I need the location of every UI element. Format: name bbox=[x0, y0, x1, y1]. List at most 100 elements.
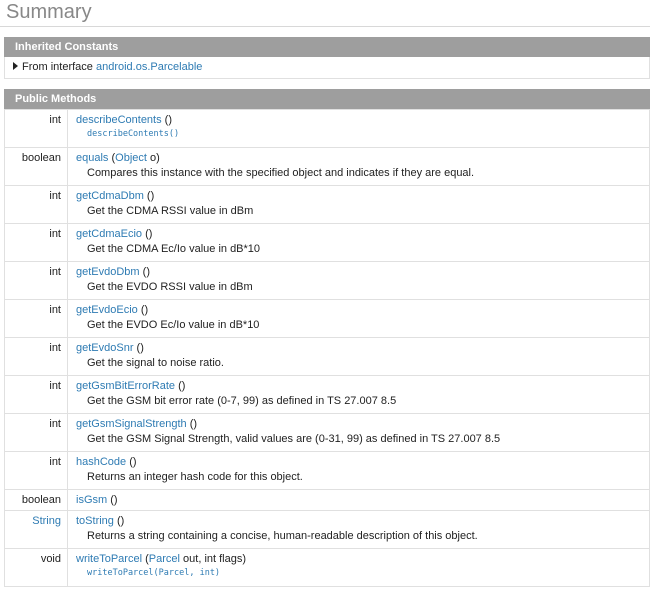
signature-line: getCdmaDbm () bbox=[76, 190, 649, 202]
paren-close: ) bbox=[132, 456, 137, 468]
return-type-label: int bbox=[49, 456, 61, 468]
paren-open: ( bbox=[113, 515, 121, 527]
page-title: Summary bbox=[0, 0, 650, 27]
return-type: int bbox=[4, 261, 68, 300]
public-methods-header: Public Methods bbox=[4, 89, 650, 109]
paren-close: ) bbox=[113, 494, 118, 506]
signature-line: equals (Object o) bbox=[76, 152, 649, 164]
method-row: int getGsmSignalStrength () Get the GSM Si… bbox=[4, 413, 650, 452]
method-description: Get the GSM Signal Strength, valid value… bbox=[87, 433, 501, 445]
param-type-link[interactable]: Parcel bbox=[149, 553, 180, 565]
method-row: boolean equals (Object o) Compares this in… bbox=[4, 147, 650, 186]
param-name: out bbox=[179, 553, 199, 565]
param-type: int bbox=[204, 553, 217, 565]
return-type: int bbox=[4, 299, 68, 338]
method-signature: getEvdoDbm () Get the EVDO RSSI value in … bbox=[67, 261, 650, 300]
method-description: Get the GSM bit error rate (0-7, 99) as … bbox=[87, 395, 397, 407]
inherited-row[interactable]: From interface android.os.Parcelable bbox=[4, 57, 650, 79]
param-name: o bbox=[146, 152, 157, 164]
return-type: void bbox=[4, 548, 68, 587]
paren-open: ( bbox=[126, 456, 133, 468]
method-name-link[interactable]: equals bbox=[76, 152, 108, 164]
paren-open: ( bbox=[137, 304, 145, 316]
paren-close: ) bbox=[140, 342, 144, 354]
return-type: boolean bbox=[4, 147, 68, 186]
return-type-label: int bbox=[49, 342, 61, 354]
method-name-link[interactable]: describeContents bbox=[76, 114, 162, 126]
return-type-label: int bbox=[49, 380, 61, 392]
paren-close: ) bbox=[242, 553, 247, 565]
return-type-label: int bbox=[49, 228, 61, 240]
method-signature: hashCode () Returns an integer hash code … bbox=[67, 451, 650, 490]
return-type-label: boolean bbox=[21, 494, 61, 506]
method-row: int getGsmBitErrorRate () Get the GSM bit … bbox=[4, 375, 650, 414]
return-type: int bbox=[4, 375, 68, 414]
method-signature: getCdmaDbm () Get the CDMA RSSI value in … bbox=[67, 185, 650, 224]
return-type: String bbox=[4, 510, 68, 549]
method-name-link[interactable]: getEvdoSnr bbox=[76, 342, 133, 354]
method-signature: getGsmSignalStrength () Get the GSM Signa… bbox=[67, 413, 650, 452]
paren-open: ( bbox=[142, 553, 149, 565]
return-type-label: void bbox=[40, 553, 61, 565]
method-name-link[interactable]: writeToParcel bbox=[76, 553, 142, 565]
paren-close: ) bbox=[120, 515, 125, 527]
method-description: Returns an integer hash code for this ob… bbox=[87, 471, 303, 483]
param-type-link[interactable]: Object bbox=[115, 152, 147, 164]
method-description: Get the EVDO Ec/Io value in dB*10 bbox=[87, 319, 260, 331]
signature-line: getEvdoDbm () bbox=[76, 266, 649, 278]
method-signature: equals (Object o) Compares this instance … bbox=[67, 147, 650, 186]
signature-line: getGsmBitErrorRate () bbox=[76, 380, 649, 392]
signature-line: getCdmaEcio () bbox=[76, 228, 649, 240]
method-row: int hashCode () Returns an integer hash co… bbox=[4, 451, 650, 490]
inherited-constants-header: Inherited Constants bbox=[4, 37, 650, 57]
method-signature: isGsm () bbox=[67, 489, 650, 511]
method-row: boolean isGsm () bbox=[4, 489, 650, 511]
method-description: Compares this instance with the specifie… bbox=[87, 167, 475, 179]
return-type: int bbox=[4, 337, 68, 376]
method-name-link[interactable]: toString bbox=[76, 515, 114, 527]
method-description: Get the CDMA RSSI value in dBm bbox=[87, 205, 254, 217]
paren-open: ( bbox=[107, 494, 114, 506]
return-type: int bbox=[4, 451, 68, 490]
method-row: int getEvdoSnr () Get the signal to noise … bbox=[4, 337, 650, 376]
method-row: int getEvdoDbm () Get the EVDO RSSI value … bbox=[4, 261, 650, 300]
expand-triangle-icon[interactable] bbox=[13, 62, 18, 70]
method-name-link[interactable]: getGsmSignalStrength bbox=[76, 418, 187, 430]
method-name-link[interactable]: isGsm bbox=[76, 494, 107, 506]
method-row: String toString () Returns a string contai… bbox=[4, 510, 650, 549]
return-type-label: int bbox=[49, 114, 61, 126]
method-row: void writeToParcel (Parcel out, int flags… bbox=[4, 548, 650, 587]
return-type-link[interactable]: String bbox=[32, 515, 61, 527]
method-row: int describeContents () describeContents() bbox=[4, 109, 650, 148]
method-name-link[interactable]: hashCode bbox=[76, 456, 126, 468]
return-type-label: int bbox=[49, 266, 61, 278]
method-row: int getEvdoEcio () Get the EVDO Ec/Io valu… bbox=[4, 299, 650, 338]
method-code-description: describeContents() bbox=[87, 129, 180, 139]
parcelable-link[interactable]: android.os.Parcelable bbox=[96, 61, 202, 73]
return-type: int bbox=[4, 223, 68, 262]
signature-line: getEvdoEcio () bbox=[76, 304, 649, 316]
method-description: Get the signal to noise ratio. bbox=[87, 357, 224, 369]
method-code-description: writeToParcel(Parcel, int) bbox=[87, 568, 221, 578]
methods-table: int describeContents () describeContents()… bbox=[4, 109, 650, 587]
paren-close: ) bbox=[168, 114, 173, 126]
paren-open: ( bbox=[142, 228, 149, 240]
return-type-label: int bbox=[49, 418, 61, 430]
paren-close: ) bbox=[148, 228, 153, 240]
return-type: int bbox=[4, 185, 68, 224]
paren-open: ( bbox=[143, 190, 151, 202]
method-name-link[interactable]: getGsmBitErrorRate bbox=[76, 380, 175, 392]
return-type: int bbox=[4, 413, 68, 452]
paren-close: ) bbox=[156, 152, 160, 164]
signature-line: isGsm () bbox=[76, 494, 649, 506]
method-name-link[interactable]: getEvdoDbm bbox=[76, 266, 140, 278]
signature-line: getEvdoSnr () bbox=[76, 342, 649, 354]
method-signature: getEvdoSnr () Get the signal to noise rat… bbox=[67, 337, 650, 376]
paren-open: ( bbox=[175, 380, 182, 392]
return-type-label: int bbox=[49, 304, 61, 316]
method-name-link[interactable]: getEvdoEcio bbox=[76, 304, 138, 316]
method-description: Get the CDMA Ec/Io value in dB*10 bbox=[87, 243, 261, 255]
method-name-link[interactable]: getCdmaDbm bbox=[76, 190, 144, 202]
method-description: Returns a string containing a concise, h… bbox=[87, 530, 478, 542]
method-name-link[interactable]: getCdmaEcio bbox=[76, 228, 142, 240]
